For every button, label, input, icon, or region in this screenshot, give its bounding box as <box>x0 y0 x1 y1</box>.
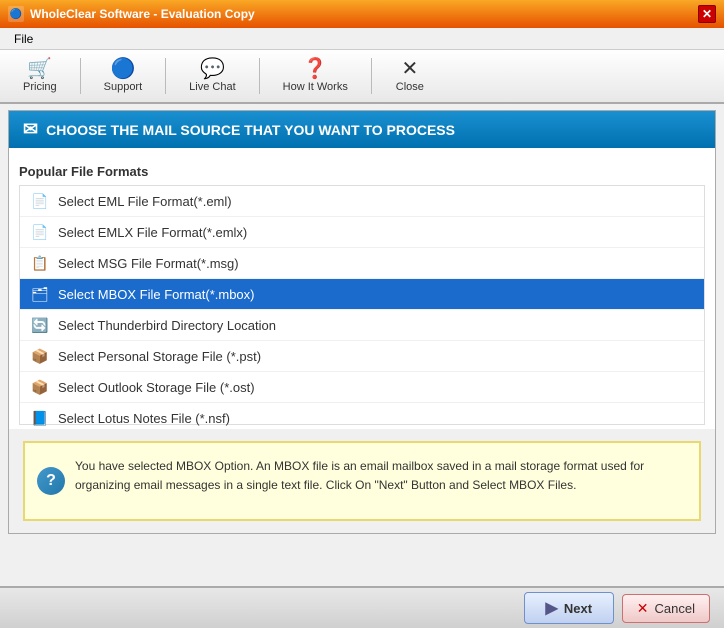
format-thunderbird[interactable]: 🔄 Select Thunderbird Directory Location <box>20 310 704 341</box>
format-emlx[interactable]: 📄 Select EMLX File Format(*.emlx) <box>20 217 704 248</box>
pricing-icon: 🛒 <box>27 59 52 79</box>
section-title: CHOOSE THE MAIL SOURCE THAT YOU WANT TO … <box>46 122 455 138</box>
formats-section: Popular File Formats 📄 Select EML File F… <box>9 148 715 429</box>
app-window: 🔵 WholeClear Software - Evaluation Copy … <box>0 0 724 628</box>
window-title: WholeClear Software - Evaluation Copy <box>30 7 255 21</box>
msg-icon: 📋 <box>30 253 50 273</box>
toolbar-sep-2 <box>165 58 166 94</box>
emlx-label: Select EMLX File Format(*.emlx) <box>58 225 247 240</box>
menu-bar: File <box>0 28 724 50</box>
thunderbird-label: Select Thunderbird Directory Location <box>58 318 276 333</box>
ost-label: Select Outlook Storage File (*.ost) <box>58 380 255 395</box>
mbox-icon: 🗂 <box>30 284 50 304</box>
next-label: Next <box>564 601 592 616</box>
pricing-label: Pricing <box>23 81 57 93</box>
mbox-label: Select MBOX File Format(*.mbox) <box>58 287 255 302</box>
cancel-icon: ✕ <box>637 600 649 617</box>
toolbar-sep-1 <box>80 58 81 94</box>
info-box: ? You have selected MBOX Option. An MBOX… <box>23 441 701 521</box>
format-msg[interactable]: 📋 Select MSG File Format(*.msg) <box>20 248 704 279</box>
format-list: 📄 Select EML File Format(*.eml) 📄 Select… <box>19 185 705 425</box>
nsf-label: Select Lotus Notes File (*.nsf) <box>58 411 230 426</box>
toolbar-pricing[interactable]: 🛒 Pricing <box>8 53 72 99</box>
nsf-icon: 📘 <box>30 408 50 428</box>
popular-formats-title: Popular File Formats <box>19 164 705 179</box>
format-eml[interactable]: 📄 Select EML File Format(*.eml) <box>20 186 704 217</box>
close-icon: ✕ <box>401 59 418 79</box>
info-icon: ? <box>37 467 65 495</box>
howitworks-label: How It Works <box>283 81 348 93</box>
eml-label: Select EML File Format(*.eml) <box>58 194 232 209</box>
title-bar: 🔵 WholeClear Software - Evaluation Copy … <box>0 0 724 28</box>
app-icon: 🔵 <box>8 6 24 22</box>
livechat-icon: 💬 <box>200 59 225 79</box>
close-label: Close <box>396 81 424 93</box>
cancel-button[interactable]: ✕ Cancel <box>622 594 710 623</box>
howitworks-icon: ❓ <box>303 59 328 79</box>
info-text: You have selected MBOX Option. An MBOX f… <box>75 459 644 492</box>
toolbar-close[interactable]: ✕ Close <box>380 53 440 99</box>
livechat-label: Live Chat <box>189 81 235 93</box>
msg-label: Select MSG File Format(*.msg) <box>58 256 239 271</box>
eml-icon: 📄 <box>30 191 50 211</box>
next-icon: ▶ <box>546 598 558 618</box>
section-header: ✉ CHOOSE THE MAIL SOURCE THAT YOU WANT T… <box>9 111 715 148</box>
support-icon: 🔵 <box>110 59 135 79</box>
main-panel: ✉ CHOOSE THE MAIL SOURCE THAT YOU WANT T… <box>8 110 716 534</box>
menu-file[interactable]: File <box>8 30 39 48</box>
thunderbird-icon: 🔄 <box>30 315 50 335</box>
format-ost[interactable]: 📦 Select Outlook Storage File (*.ost) <box>20 372 704 403</box>
bottom-bar: ▶ Next ✕ Cancel <box>0 586 724 628</box>
toolbar-sep-3 <box>259 58 260 94</box>
title-bar-left: 🔵 WholeClear Software - Evaluation Copy <box>8 6 255 22</box>
toolbar-support[interactable]: 🔵 Support <box>89 53 158 99</box>
support-label: Support <box>104 81 143 93</box>
next-button[interactable]: ▶ Next <box>524 592 614 624</box>
toolbar-sep-4 <box>371 58 372 94</box>
toolbar-howitworks[interactable]: ❓ How It Works <box>268 53 363 99</box>
toolbar-livechat[interactable]: 💬 Live Chat <box>174 53 250 99</box>
pst-label: Select Personal Storage File (*.pst) <box>58 349 261 364</box>
toolbar: 🛒 Pricing 🔵 Support 💬 Live Chat ❓ How It… <box>0 50 724 104</box>
mail-icon: ✉ <box>23 119 38 140</box>
cancel-label: Cancel <box>655 601 695 616</box>
format-nsf[interactable]: 📘 Select Lotus Notes File (*.nsf) <box>20 403 704 434</box>
ost-icon: 📦 <box>30 377 50 397</box>
pst-icon: 📦 <box>30 346 50 366</box>
emlx-icon: 📄 <box>30 222 50 242</box>
format-mbox[interactable]: 🗂 Select MBOX File Format(*.mbox) <box>20 279 704 310</box>
close-button[interactable]: ✕ <box>698 5 716 23</box>
format-pst[interactable]: 📦 Select Personal Storage File (*.pst) <box>20 341 704 372</box>
